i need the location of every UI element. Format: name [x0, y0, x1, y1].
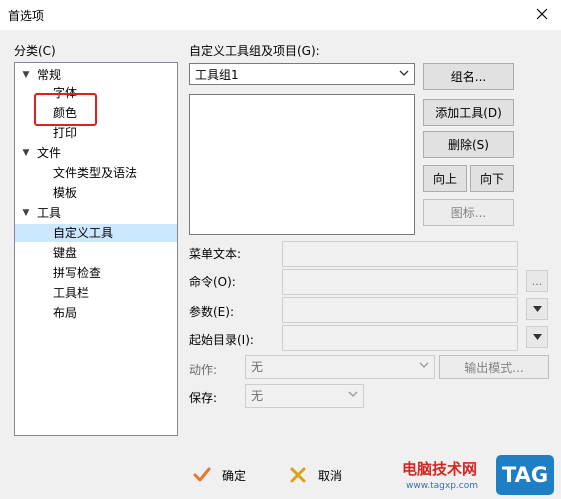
output-mode-button[interactable]: 输出模式... [439, 355, 549, 379]
cancel-label: 取消 [318, 468, 343, 483]
tree-node-label: 文件类型及语法 [53, 166, 138, 180]
tree-node-layout[interactable]: 布局 [15, 304, 177, 322]
tree-node-label: 模板 [53, 186, 78, 200]
save-label: 保存: [189, 391, 218, 405]
save-select[interactable]: 无 [245, 384, 364, 408]
tree-node-label: 拼写检查 [53, 266, 102, 280]
tree-node-label: 文件 [37, 146, 62, 160]
args-menu-button[interactable] [526, 298, 548, 320]
tree-node-label: 布局 [53, 306, 78, 320]
icon-button[interactable]: 图标... [423, 199, 514, 226]
chevron-down-icon [419, 362, 429, 368]
start-dir-label: 起始目录(I): [189, 333, 254, 347]
category-tree[interactable]: ▼ 常规 字体 颜色 打印 ▼ 文件 文件类型及语法 模板 ▼ 工具 自定义工具… [14, 62, 178, 436]
group-name-button[interactable]: 组名... [423, 63, 514, 90]
args-label: 参数(E): [189, 305, 234, 319]
tree-node-font[interactable]: 字体 [15, 84, 177, 102]
tree-node-toolbar[interactable]: 工具栏 [15, 284, 177, 302]
tree-node-label: 颜色 [53, 106, 78, 120]
tree-node-label: 工具栏 [53, 286, 90, 300]
chevron-down-icon[interactable]: ▼ [20, 144, 32, 162]
save-value: 无 [251, 389, 264, 403]
ok-label: 确定 [222, 468, 247, 483]
start-dir-field[interactable] [282, 325, 518, 351]
chevron-down-icon[interactable]: ▼ [20, 204, 32, 222]
chevron-down-icon [532, 334, 542, 340]
tree-node-keyboard[interactable]: 键盘 [15, 244, 177, 262]
tree-node-color[interactable]: 颜色 [15, 104, 177, 122]
menu-text-field[interactable] [282, 241, 518, 267]
category-label: 分类(C) [14, 44, 56, 58]
command-label: 命令(O): [189, 275, 236, 289]
tool-group-label: 自定义工具组及项目(G): [189, 44, 320, 58]
chevron-down-icon [399, 70, 409, 76]
move-down-button[interactable]: 向下 [470, 165, 514, 192]
tree-node-label: 打印 [53, 126, 78, 140]
menu-text-label: 菜单文本: [189, 247, 242, 261]
chevron-down-icon [348, 391, 358, 397]
chevron-down-icon [532, 306, 542, 312]
action-label: 动作: [189, 363, 218, 377]
tree-node-label: 键盘 [53, 246, 78, 260]
action-value: 无 [251, 360, 264, 374]
watermark-url: www.tagxp.com [406, 481, 478, 491]
tree-node-label: 自定义工具 [53, 226, 114, 240]
tree-node-tools[interactable]: ▼ 工具 [15, 204, 177, 222]
cancel-button[interactable]: 取消 [288, 463, 342, 487]
start-dir-menu-button[interactable] [526, 326, 548, 348]
watermark-text: 电脑技术网 [402, 460, 478, 478]
watermark: 电脑技术网 www.tagxp.com TAG [392, 452, 561, 499]
tree-node-file[interactable]: ▼ 文件 [15, 144, 177, 162]
tree-node-file-types[interactable]: 文件类型及语法 [15, 164, 177, 182]
tool-group-select[interactable]: 工具组1 [189, 63, 415, 85]
browse-command-button[interactable]: ... [526, 270, 548, 292]
action-select[interactable]: 无 [245, 355, 435, 379]
close-icon [536, 8, 548, 20]
window-title: 首选项 [8, 9, 45, 23]
args-field[interactable] [282, 297, 518, 323]
tree-node-print[interactable]: 打印 [15, 124, 177, 142]
add-tool-button[interactable]: 添加工具(D) [423, 99, 514, 126]
move-up-button[interactable]: 向上 [423, 165, 467, 192]
tree-node-label: 工具 [37, 206, 62, 220]
tree-node-spellcheck[interactable]: 拼写检查 [15, 264, 177, 282]
tree-node-general[interactable]: ▼ 常规 [15, 66, 177, 84]
checkmark-icon [192, 465, 212, 485]
close-button[interactable] [529, 2, 555, 26]
tree-node-label: 常规 [37, 68, 62, 82]
watermark-logo: TAG [496, 455, 554, 495]
command-field[interactable] [282, 269, 518, 295]
cancel-x-icon [288, 465, 308, 485]
title-bar: 首选项 [0, 0, 561, 30]
delete-button[interactable]: 删除(S) [423, 131, 514, 158]
tool-list[interactable] [189, 94, 415, 235]
tree-node-label: 字体 [53, 86, 78, 100]
tree-node-templates[interactable]: 模板 [15, 184, 177, 202]
tree-node-custom-tools[interactable]: 自定义工具 [15, 224, 177, 242]
tool-group-value: 工具组1 [195, 68, 239, 82]
chevron-down-icon[interactable]: ▼ [20, 66, 32, 84]
ok-button[interactable]: 确定 [192, 463, 246, 487]
